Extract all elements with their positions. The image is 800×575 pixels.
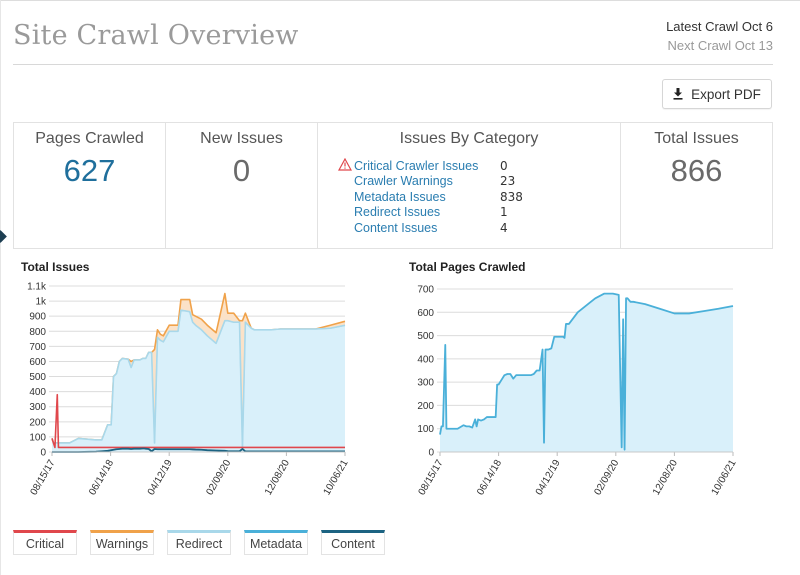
y-tick-label: 200	[417, 401, 434, 412]
y-tick-label: 0	[428, 448, 434, 459]
legend-label: Content	[331, 536, 375, 551]
y-tick-label: 600	[417, 308, 434, 319]
x-tick-label: 02/09/20	[592, 458, 621, 498]
total-pages-chart[interactable]: 0 100 200 300 400 500 600 700 08/15/17 06/14/18 04…	[0, 0, 800, 575]
legend-label: Warnings	[95, 536, 149, 551]
y-tick-label: 300	[417, 378, 434, 389]
legend-item-metadata[interactable]: Metadata	[244, 530, 308, 555]
y-tick-label: 700	[417, 285, 434, 296]
x-tick-label: 08/15/17	[417, 458, 446, 498]
x-tick-label: 10/06/21	[710, 458, 739, 498]
legend-item-content[interactable]: Content	[321, 530, 385, 555]
x-tick-label: 12/08/20	[651, 458, 680, 498]
chart-legend: Critical Warnings Redirect Metadata Cont…	[13, 530, 385, 555]
y-tick-label: 100	[417, 424, 434, 435]
legend-item-critical[interactable]: Critical	[13, 530, 77, 555]
y-tick-label: 500	[417, 331, 434, 342]
x-tick-label: 06/14/18	[475, 458, 504, 498]
legend-label: Critical	[25, 536, 65, 551]
legend-item-warnings[interactable]: Warnings	[90, 530, 154, 555]
series-area-pages-crawled	[440, 293, 733, 452]
y-tick-label: 400	[417, 354, 434, 365]
legend-label: Metadata	[249, 536, 303, 551]
legend-label: Redirect	[175, 536, 223, 551]
legend-item-redirect[interactable]: Redirect	[167, 530, 231, 555]
x-tick-label: 04/12/19	[534, 458, 563, 498]
